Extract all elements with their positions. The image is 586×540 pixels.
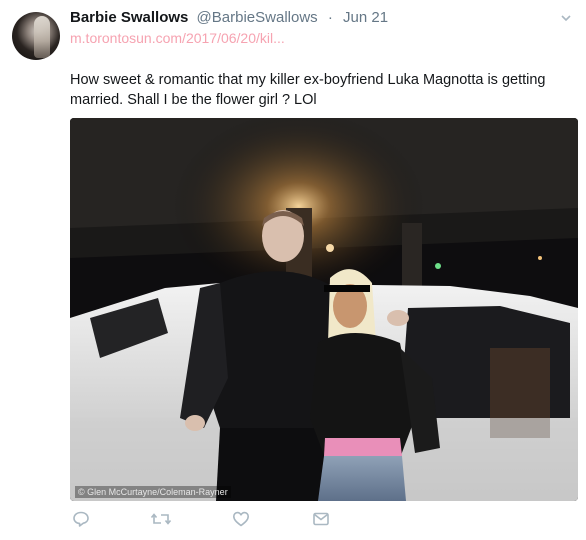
avatar[interactable] xyxy=(12,12,60,60)
tweet-photo[interactable]: © Glen McCurtayne/Coleman-Rayner xyxy=(70,118,578,501)
author-name[interactable]: Barbie Swallows xyxy=(70,9,188,26)
tweet-actions xyxy=(70,510,370,534)
tweet: Barbie Swallows @BarbieSwallows · Jun 21… xyxy=(0,0,586,540)
article-link[interactable]: m.torontosun.com/2017/06/20/kil... xyxy=(70,30,285,46)
tweet-date[interactable]: Jun 21 xyxy=(343,9,388,26)
heart-icon[interactable] xyxy=(232,510,254,532)
author-handle[interactable]: @BarbieSwallows xyxy=(197,9,318,26)
retweet-icon[interactable] xyxy=(150,510,172,532)
reply-icon[interactable] xyxy=(72,510,94,532)
tweet-text: How sweet & romantic that my killer ex-b… xyxy=(70,72,546,108)
separator: · xyxy=(327,9,333,26)
tweet-header: Barbie Swallows @BarbieSwallows · Jun 21 xyxy=(70,9,388,29)
envelope-icon[interactable] xyxy=(312,510,334,532)
photo-credit: © Glen McCurtayne/Coleman-Rayner xyxy=(75,486,231,498)
chevron-down-icon[interactable] xyxy=(560,12,572,24)
